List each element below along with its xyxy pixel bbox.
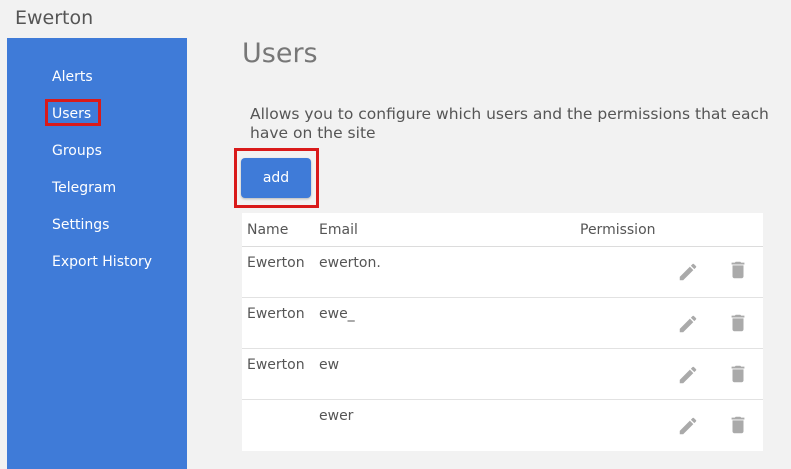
pencil-icon[interactable]	[677, 313, 699, 335]
page-title: Users	[242, 38, 318, 69]
user-name: Ewerton	[247, 306, 305, 322]
pencil-icon[interactable]	[677, 415, 699, 437]
trash-icon[interactable]	[727, 259, 749, 281]
sidebar-item-users[interactable]: Users	[52, 105, 91, 123]
table-row: Ewerton ewerton.	[242, 247, 763, 298]
sidebar-item-telegram[interactable]: Telegram	[52, 179, 116, 197]
column-header-permission: Permission	[580, 222, 656, 238]
add-user-button[interactable]: add	[241, 158, 311, 198]
table-row: Ewerton ew	[242, 349, 763, 400]
trash-icon[interactable]	[727, 363, 749, 385]
sidebar-item-settings[interactable]: Settings	[52, 216, 109, 234]
table-row: Ewerton ewe_	[242, 298, 763, 349]
sidebar-item-groups[interactable]: Groups	[52, 142, 102, 160]
column-header-name: Name	[247, 222, 289, 238]
sidebar-item-export-history[interactable]: Export History	[52, 253, 152, 271]
sidebar-item-alerts[interactable]: Alerts	[52, 68, 93, 86]
user-email: ewe_	[319, 306, 355, 322]
user-email: ewer	[319, 408, 354, 424]
sidebar: Alerts Users Groups Telegram Settings Ex…	[7, 38, 187, 469]
user-name: Ewerton	[247, 255, 305, 271]
user-email: ewerton.	[319, 255, 381, 271]
page-description: Allows you to configure which users and …	[250, 105, 769, 142]
user-name: Ewerton	[247, 357, 305, 373]
column-header-email: Email	[319, 222, 358, 238]
trash-icon[interactable]	[727, 312, 749, 334]
users-table: Name Email Permission Ewerton ewerton. E…	[242, 213, 763, 451]
app-title: Ewerton	[15, 7, 94, 29]
trash-icon[interactable]	[727, 414, 749, 436]
pencil-icon[interactable]	[677, 261, 699, 283]
user-email: ew	[319, 357, 340, 373]
table-row: ewer	[242, 400, 763, 451]
pencil-icon[interactable]	[677, 364, 699, 386]
